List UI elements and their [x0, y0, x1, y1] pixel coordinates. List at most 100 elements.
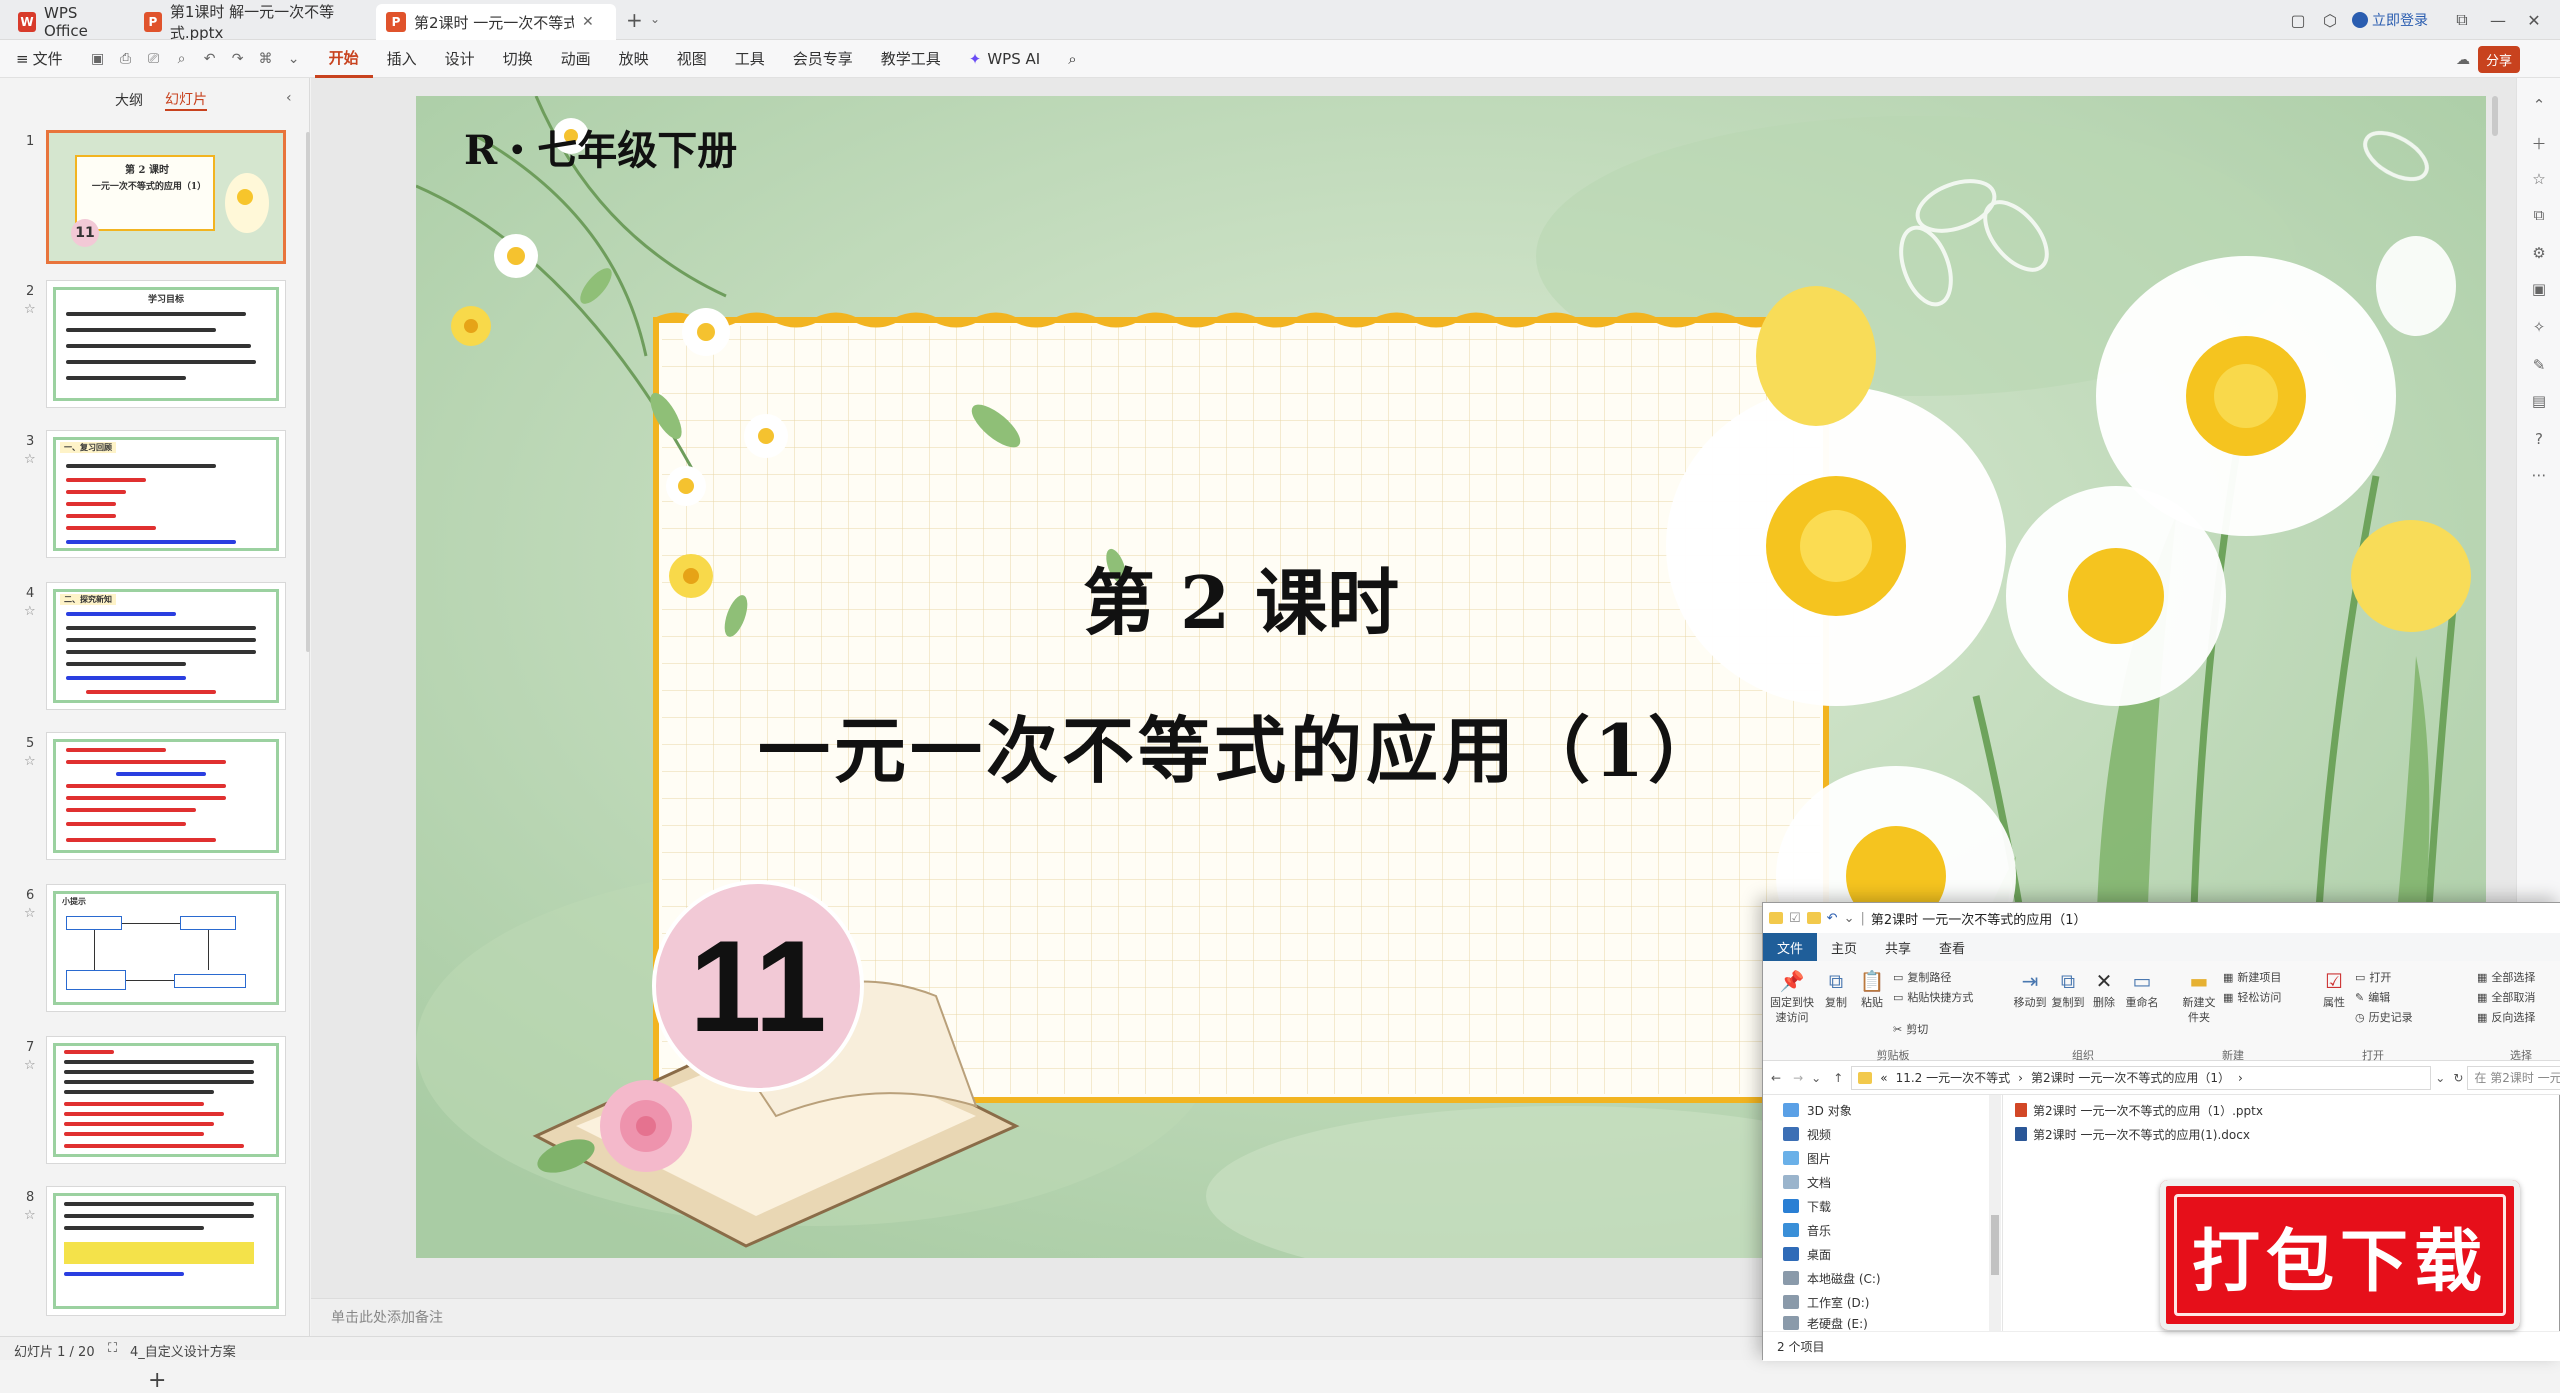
chevron-down-icon[interactable]: ⌄ — [650, 12, 660, 26]
tab-view[interactable]: 视图 — [663, 40, 721, 78]
save-icon[interactable]: ▣ — [87, 48, 109, 70]
search-icon[interactable]: ⌕ — [1054, 40, 1090, 78]
new-tab-button[interactable]: + — [626, 8, 643, 32]
image-icon[interactable]: ▣ — [2528, 278, 2550, 300]
undo-icon[interactable]: ↶ — [199, 48, 221, 70]
tab-slides[interactable]: 幻灯片 — [165, 89, 207, 111]
breadcrumb-item[interactable]: 11.2 一元一次不等式 — [1896, 1069, 2011, 1086]
tab-home[interactable]: 主页 — [1817, 933, 1871, 961]
nav-item-3d[interactable]: 3D 对象 — [1783, 1099, 1852, 1121]
star-icon[interactable]: ☆ — [24, 302, 36, 317]
history-button[interactable]: ◷ 历史记录 — [2355, 1009, 2413, 1025]
tab-transition[interactable]: 切换 — [489, 40, 547, 78]
tab-animation[interactable]: 动画 — [547, 40, 605, 78]
slide-thumbnail-7[interactable] — [46, 1036, 286, 1164]
plus-icon[interactable]: ＋ — [2528, 132, 2550, 154]
select-none-button[interactable]: ▦ 全部取消 — [2477, 989, 2535, 1005]
tab-lesson1[interactable]: P 第1课时 解一元一次不等式.pptx — [134, 3, 374, 42]
slide-thumbnail-4[interactable]: 二、探究新知 — [46, 582, 286, 710]
tab-lesson2[interactable]: P 第2课时 一元一次不等式的应用 ✕ — [376, 4, 616, 40]
panel-scrollbar[interactable] — [306, 132, 310, 652]
file-menu[interactable]: ≡ 文件 — [0, 40, 77, 78]
select-all-button[interactable]: ▦ 全部选择 — [2477, 969, 2535, 985]
slide-thumbnail-3[interactable]: 一、复习回顾 — [46, 430, 286, 558]
tab-file[interactable]: 文件 — [1763, 933, 1818, 961]
export-icon[interactable]: ⎙ — [115, 48, 137, 70]
chevron-up-icon[interactable]: ⌃ — [2528, 94, 2550, 116]
minimize-icon[interactable]: — — [2480, 6, 2516, 34]
up-icon[interactable]: ↑ — [1825, 1071, 1851, 1085]
star-icon[interactable]: ☆ — [24, 1208, 36, 1223]
slide-thumbnail-1[interactable]: 第 2 课时 一元一次不等式的应用（1） 11 — [46, 130, 286, 264]
chevron-down-icon[interactable]: ⌄ — [1807, 1071, 1825, 1085]
cloud-icon[interactable]: ☁ — [2456, 52, 2470, 68]
copy-icon[interactable]: ⧉ — [2528, 204, 2550, 226]
tab-wps-office[interactable]: W WPS Office — [8, 4, 128, 40]
wps-ai-button[interactable]: ✦ WPS AI — [955, 40, 1054, 78]
add-slide-button[interactable]: + — [148, 1368, 166, 1393]
slide-thumbnail-5[interactable] — [46, 732, 286, 860]
rename-button[interactable]: ▭ 重命名 — [2123, 967, 2161, 1010]
tab-slideshow[interactable]: 放映 — [605, 40, 663, 78]
more-icon[interactable]: ⋯ — [2528, 464, 2550, 486]
share-button[interactable]: 分享 — [2478, 46, 2521, 73]
slide-thumbnail-6[interactable]: 小提示 — [46, 884, 286, 1012]
edit-button[interactable]: ✎ 编辑 — [2355, 989, 2390, 1005]
search-input[interactable]: 在 第2课时 一元一... — [2467, 1065, 2560, 1090]
cut-button[interactable]: ✂ 剪切 — [1893, 1021, 1928, 1037]
star-icon[interactable]: ☆ — [24, 452, 36, 467]
tab-member[interactable]: 会员专享 — [779, 40, 867, 78]
check-icon[interactable]: ☑ — [1789, 911, 1801, 926]
nav-item-pictures[interactable]: 图片 — [1783, 1147, 1831, 1169]
nav-item-drive-d[interactable]: 工作室 (D:) — [1783, 1291, 1869, 1313]
delete-button[interactable]: ✕ 删除 — [2089, 967, 2119, 1010]
theme-name[interactable]: 4_自定义设计方案 — [130, 1341, 236, 1360]
nav-item-music[interactable]: 音乐 — [1783, 1219, 1831, 1241]
properties-button[interactable]: ☑ 属性 — [2319, 967, 2349, 1010]
new-item-button[interactable]: ▦ 新建项目 — [2223, 969, 2281, 985]
chevron-down-icon[interactable]: ⌄ — [1844, 911, 1855, 926]
layout-icon[interactable]: ▢ — [2280, 6, 2316, 34]
refresh-icon[interactable]: ↻ — [2449, 1071, 2467, 1085]
magic-icon[interactable]: ✧ — [2528, 316, 2550, 338]
help-icon[interactable]: ? — [2528, 428, 2550, 450]
paste-shortcut-button[interactable]: ▭ 粘贴快捷方式 — [1893, 989, 1973, 1005]
star-icon[interactable]: ☆ — [2528, 168, 2550, 190]
star-icon[interactable]: ☆ — [24, 906, 36, 921]
tab-tools[interactable]: 工具 — [721, 40, 779, 78]
breadcrumb-item[interactable]: 第2课时 一元一次不等式的应用（1） — [2031, 1069, 2230, 1086]
copy-button[interactable]: ⧉ 复制 — [1821, 967, 1851, 1010]
nav-item-video[interactable]: 视频 — [1783, 1123, 1831, 1145]
preview-icon[interactable]: ⌕ — [171, 48, 193, 70]
nav-item-downloads[interactable]: 下载 — [1783, 1195, 1831, 1217]
file-item-pptx[interactable]: 第2课时 一元一次不等式的应用（1）.pptx — [2015, 1099, 2263, 1121]
slide-thumbnail-2[interactable]: 学习目标 — [46, 280, 286, 408]
easy-access-button[interactable]: ▦ 轻松访问 — [2223, 989, 2281, 1005]
slide-thumbnail-8[interactable] — [46, 1186, 286, 1316]
tab-share[interactable]: 共享 — [1871, 933, 1925, 961]
nav-item-drive-c[interactable]: 本地磁盘 (C:) — [1783, 1267, 1881, 1289]
star-icon[interactable]: ☆ — [24, 754, 36, 769]
tab-insert[interactable]: 插入 — [373, 40, 431, 78]
chevron-down-icon[interactable]: ⌄ — [2431, 1071, 2449, 1085]
back-icon[interactable]: ← — [1763, 1071, 1789, 1085]
login-button[interactable]: 立即登录 — [2352, 10, 2428, 30]
nav-item-documents[interactable]: 文档 — [1783, 1171, 1831, 1193]
forward-icon[interactable]: → — [1789, 1071, 1807, 1085]
pin-button[interactable]: 📌 固定到快速访问 — [1769, 967, 1815, 1025]
collapse-icon[interactable]: ‹ — [286, 90, 292, 106]
star-icon[interactable]: ☆ — [24, 1058, 36, 1073]
file-item-docx[interactable]: 第2课时 一元一次不等式的应用(1).docx — [2015, 1123, 2250, 1145]
download-package-banner[interactable]: 打包下载 — [2160, 1180, 2520, 1330]
redo-icon[interactable]: ↷ — [227, 48, 249, 70]
nav-item-desktop[interactable]: 桌面 — [1783, 1243, 1831, 1265]
copy-path-button[interactable]: ▭ 复制路径 — [1893, 969, 1951, 985]
restore-icon[interactable]: ⧉ — [2444, 6, 2480, 34]
chevron-down-icon[interactable]: ⌄ — [283, 48, 305, 70]
nav-item-drive-e[interactable]: 老硬盘 (E:) — [1783, 1315, 1868, 1331]
star-icon[interactable]: ☆ — [24, 604, 36, 619]
tab-outline[interactable]: 大纲 — [115, 90, 143, 110]
open-button[interactable]: ▭ 打开 — [2355, 969, 2391, 985]
tab-design[interactable]: 设计 — [431, 40, 489, 78]
tab-home[interactable]: 开始 — [314, 40, 373, 78]
